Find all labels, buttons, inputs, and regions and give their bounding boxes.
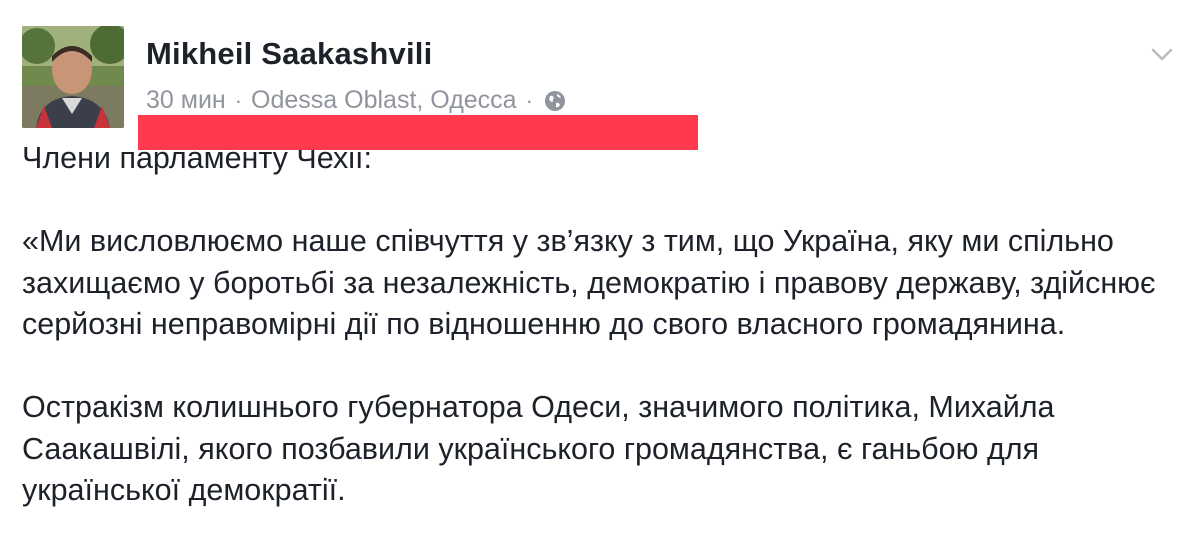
globe-icon[interactable] [544, 90, 566, 112]
post-paragraph: Остракізм колишнього губернатора Одеси, … [22, 390, 1055, 507]
author-name[interactable]: Mikheil Saakashvili [146, 36, 432, 72]
redaction-bar [138, 115, 698, 150]
facebook-post: Mikheil Saakashvili 30 мин · Odessa Obla… [0, 0, 1190, 559]
chevron-down-icon[interactable] [1148, 40, 1176, 68]
globe-icon-graphic [544, 90, 565, 111]
post-meta: 30 мин · Odessa Oblast, Одесса · [146, 86, 566, 115]
post-body: Члени парламенту Чехії: «Ми висловлюємо … [22, 138, 1172, 512]
post-paragraph: «Ми висловлюємо наше співчуття у зв’язку… [22, 224, 1156, 341]
post-timestamp[interactable]: 30 мин [146, 86, 226, 115]
avatar[interactable] [22, 26, 124, 128]
meta-separator: · [234, 87, 243, 113]
chevron-down-graphic [1151, 48, 1173, 61]
avatar-photo [22, 26, 124, 128]
post-location[interactable]: Odessa Oblast, Одесса [251, 86, 517, 115]
meta-separator: · [525, 87, 533, 113]
